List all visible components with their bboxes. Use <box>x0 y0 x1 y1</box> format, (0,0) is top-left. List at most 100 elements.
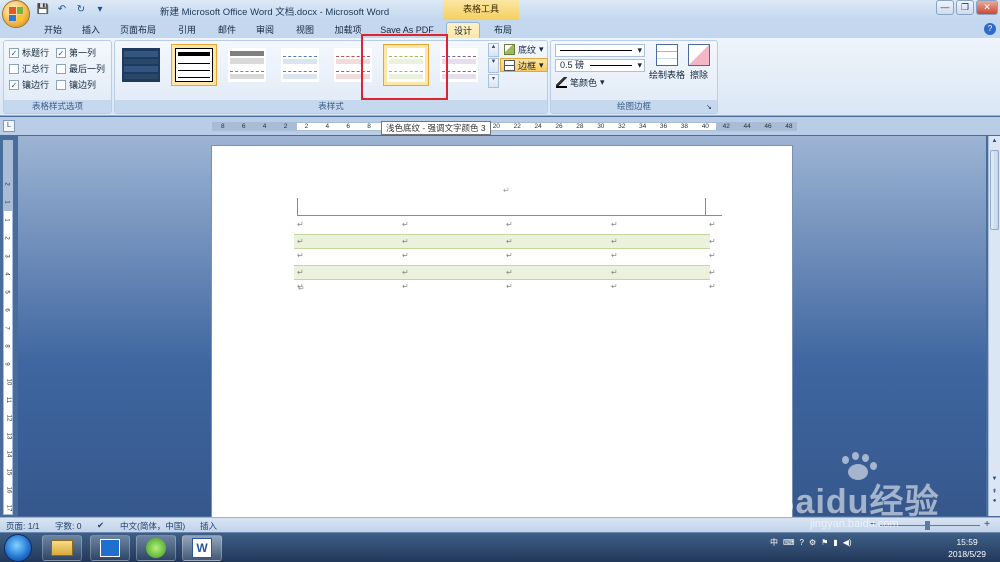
table-style-gallery <box>118 44 486 96</box>
table-style-light-shading-accent3[interactable] <box>383 44 429 86</box>
borders-button[interactable]: 边框 ▾ <box>500 58 548 72</box>
redo-icon[interactable]: ↻ <box>74 3 88 16</box>
vertical-ruler: 21123456789101112131415161718 <box>3 140 13 529</box>
select-browse-icon[interactable]: ● <box>990 498 999 508</box>
prev-page-icon[interactable]: ⇞ <box>990 488 999 498</box>
zoom-thumb[interactable] <box>925 521 930 530</box>
cell-mark: ↵ <box>297 267 304 277</box>
tab-addins[interactable]: 加载项 <box>330 22 366 38</box>
dropdown-arrow-icon: ▾ <box>637 45 642 55</box>
line-weight-dropdown[interactable]: 0.5 磅 ▾ <box>555 59 645 72</box>
ruler-number: 11 <box>5 396 12 404</box>
option-banded-columns[interactable]: 镶边列 <box>56 78 96 91</box>
ruler-number: 4 <box>325 123 330 130</box>
customize-qat-icon[interactable]: ▾ <box>93 3 107 16</box>
checkbox-icon <box>56 63 66 74</box>
table-row[interactable]: ↵ ↵ ↵ ↵ ↵ <box>294 264 716 280</box>
start-button[interactable] <box>4 534 32 562</box>
table-style-thumb[interactable] <box>118 44 164 86</box>
scroll-up-icon[interactable]: ▲ <box>990 138 999 148</box>
close-button[interactable]: ✕ <box>976 0 998 15</box>
status-words[interactable]: 字数: 0 <box>55 520 81 532</box>
word-taskbar-icon[interactable]: W <box>182 535 222 561</box>
table-row[interactable]: ↵ ↵ ↵ ↵ ↵ <box>294 249 716 264</box>
dropdown-arrow-icon: ▾ <box>539 59 544 70</box>
zoom-slider[interactable]: − + <box>870 519 990 530</box>
scroll-thumb[interactable] <box>990 150 999 230</box>
tray-network-icon[interactable]: ▮ <box>833 538 837 547</box>
eraser-button[interactable]: 擦除 <box>680 44 718 81</box>
header-right-marker <box>705 198 706 215</box>
spelling-check-icon[interactable]: ✔ <box>97 520 104 531</box>
tab-review[interactable]: 审阅 <box>250 22 280 38</box>
status-mode[interactable]: 插入 <box>200 520 217 532</box>
tab-design[interactable]: 设计 <box>446 22 480 38</box>
zoom-out-icon[interactable]: − <box>870 519 876 530</box>
option-last-column[interactable]: 最后一列 <box>56 62 105 75</box>
pen-color-button[interactable]: 笔颜色 ▾ <box>553 75 608 89</box>
tray-volume-icon[interactable]: ◀) <box>843 538 852 547</box>
cell-mark: ↵ <box>611 267 618 277</box>
browser-taskbar-icon[interactable] <box>136 535 176 561</box>
minimize-button[interactable]: — <box>936 0 954 15</box>
gallery-up-icon[interactable]: ▲ <box>488 43 499 58</box>
save-icon[interactable]: 💾 <box>36 3 50 16</box>
maximize-button[interactable]: ❐ <box>956 0 974 15</box>
tray-keyboard-icon[interactable]: ⌨ <box>783 538 795 547</box>
cell-mark: ↵ <box>506 220 513 229</box>
help-icon[interactable]: ? <box>984 23 996 35</box>
office-logo-icon <box>9 7 23 21</box>
dialog-launcher-icon[interactable]: ↘ <box>706 100 712 114</box>
tab-mailings[interactable]: 邮件 <box>212 22 242 38</box>
option-total-row[interactable]: 汇总行 <box>9 62 49 75</box>
table-style-thumb[interactable] <box>277 44 323 86</box>
ribbon: ✓ 标题行 ✓ 第一列 汇总行 最后一列 ✓ 镶边行 镶边列 表格样式选项 表样式 <box>0 38 1000 116</box>
word-icon: W <box>192 538 212 558</box>
cell-mark: ↵ <box>402 220 409 229</box>
tray-settings-icon[interactable]: ⚙ <box>809 538 816 547</box>
table-row[interactable]: ↵ ↵ ↵ ↵ ↵ <box>294 280 716 295</box>
tab-home[interactable]: 开始 <box>38 22 68 38</box>
ruler-scale: 8642246810121416182022242628303234363840… <box>212 122 797 131</box>
tab-page-layout[interactable]: 页面布局 <box>116 22 160 38</box>
borders-icon <box>504 59 515 71</box>
option-header-row[interactable]: ✓ 标题行 <box>9 46 49 59</box>
tab-save-as-pdf[interactable]: Save As PDF <box>376 22 438 38</box>
office-button[interactable] <box>2 0 30 28</box>
tab-references[interactable]: 引用 <box>172 22 202 38</box>
table-row[interactable]: ↵ ↵ ↵ ↵ ↵ <box>294 218 716 233</box>
ime-indicator[interactable]: 中 <box>770 537 778 548</box>
gallery-down-icon[interactable]: ▼ <box>488 58 499 73</box>
app-taskbar-icon[interactable] <box>90 535 130 561</box>
table-style-thumb[interactable] <box>224 44 270 86</box>
option-first-column[interactable]: ✓ 第一列 <box>56 46 96 59</box>
undo-icon[interactable]: ↶ <box>55 3 69 16</box>
table-style-thumb[interactable] <box>436 44 482 86</box>
zoom-in-icon[interactable]: + <box>984 519 990 530</box>
status-language[interactable]: 中文(简体，中国) <box>120 520 185 532</box>
ruler-number: 13 <box>5 432 12 440</box>
line-style-dropdown[interactable]: ▾ <box>555 44 645 57</box>
shading-button[interactable]: 底纹 ▾ <box>501 42 547 56</box>
scroll-down-icon[interactable]: ▼ <box>990 476 999 486</box>
tab-view[interactable]: 视图 <box>290 22 320 38</box>
explorer-taskbar-icon[interactable] <box>42 535 82 561</box>
line-weight-preview <box>590 65 632 66</box>
tray-flag-icon[interactable]: ⚑ <box>821 538 828 547</box>
table-style-thumb[interactable] <box>330 44 376 86</box>
option-label: 镶边列 <box>69 80 97 90</box>
gallery-more-icon[interactable]: ▾ <box>488 73 499 88</box>
ruler-number: 26 <box>555 123 563 130</box>
clock[interactable]: 15:59 2018/5/29 <box>948 536 986 560</box>
tab-insert[interactable]: 插入 <box>76 22 106 38</box>
table-row[interactable]: ↵ ↵ ↵ ↵ ↵ <box>294 233 716 249</box>
tab-layout[interactable]: 布局 <box>488 22 518 38</box>
table-style-thumb[interactable] <box>171 44 217 86</box>
tab-selector-icon[interactable]: L <box>3 120 15 132</box>
option-banded-rows[interactable]: ✓ 镶边行 <box>9 78 49 91</box>
tray-help-icon[interactable]: ? <box>800 538 804 547</box>
vertical-scrollbar[interactable]: ▲ ▼ ⇞ ● <box>988 136 1000 516</box>
status-page[interactable]: 页面: 1/1 <box>6 520 40 532</box>
paint-bucket-icon <box>504 43 515 55</box>
style-tooltip: 浅色底纹 - 强调文字颜色 3 <box>381 121 491 135</box>
